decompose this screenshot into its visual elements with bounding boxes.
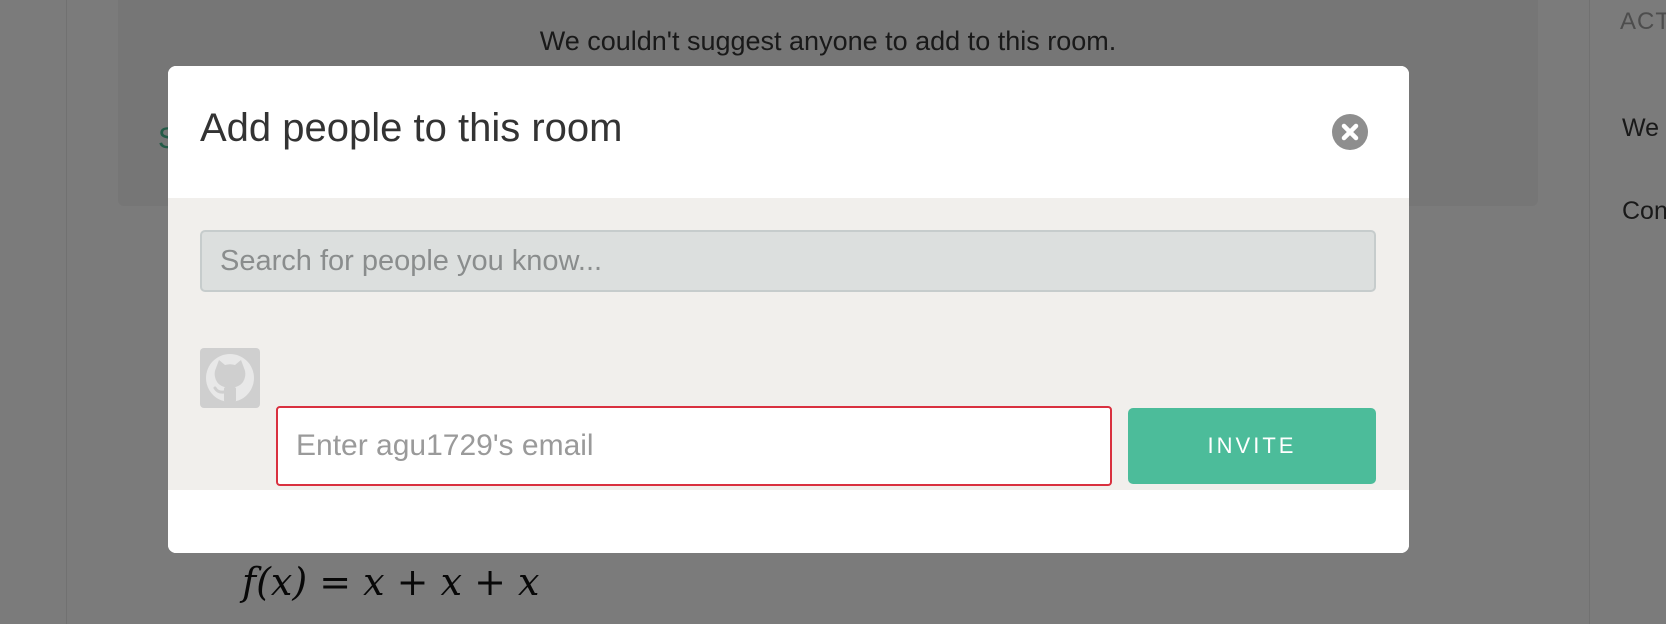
invite-email-field[interactable] bbox=[276, 406, 1112, 486]
close-x-glyph bbox=[1341, 123, 1359, 141]
invite-button[interactable]: INVITE bbox=[1128, 408, 1376, 484]
dialog-header: Add people to this room bbox=[168, 66, 1409, 198]
dialog-footer bbox=[168, 490, 1409, 553]
add-people-dialog: Add people to this room INVITE bbox=[168, 66, 1409, 553]
dialog-title: Add people to this room bbox=[200, 106, 623, 150]
dialog-body: INVITE bbox=[168, 198, 1409, 490]
github-octocat-icon bbox=[200, 348, 260, 408]
people-search-input[interactable] bbox=[200, 230, 1376, 292]
close-icon[interactable] bbox=[1332, 114, 1368, 150]
